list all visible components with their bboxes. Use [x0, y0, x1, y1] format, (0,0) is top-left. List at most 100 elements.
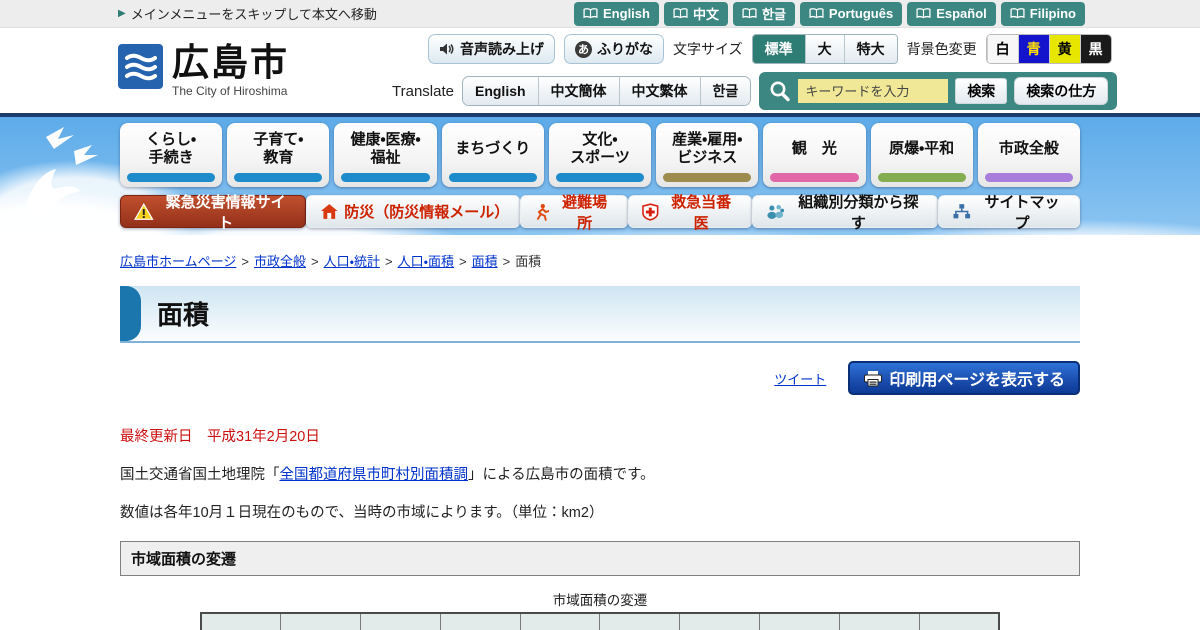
bg-white-button[interactable]: 白	[986, 35, 1018, 63]
title-accent-bar	[120, 286, 141, 341]
breadcrumb-link-menseki[interactable]: 面積	[472, 254, 498, 269]
nav-tab-sangyo[interactable]: 産業・雇用・ ビジネス	[656, 123, 759, 187]
primary-nav: くらし・ 手続き 子育て・ 教育 健康・医療・ 福祉 まちづくり 文化・ スポー…	[120, 123, 1080, 187]
page-title-box: 面積	[120, 286, 1080, 343]
quick-link-label: サイトマップ	[984, 193, 1060, 232]
breadcrumb-separator: >	[502, 254, 511, 269]
nav-tab-kosodate[interactable]: 子育て・ 教育	[227, 123, 330, 187]
bg-yellow-button[interactable]: 黄	[1048, 35, 1080, 63]
col-header-minami: 南区	[519, 612, 601, 630]
nav-tab-label: 観 光	[791, 140, 837, 157]
emergency-info-button[interactable]: 緊急災害情報サイト	[120, 194, 306, 232]
lang-button-spanish[interactable]: Español	[907, 1, 996, 26]
speech-readout-button[interactable]: 音声読み上げ	[428, 34, 555, 64]
hiragana-a-icon: あ	[575, 40, 592, 58]
lang-button-korean[interactable]: 한글	[732, 1, 795, 26]
bg-blue-button[interactable]: 青	[1017, 35, 1049, 63]
logo-title: 広島市	[172, 42, 289, 83]
quick-link-label: 緊急災害情報サイト	[165, 193, 286, 232]
nav-tab-kurashi[interactable]: くらし・ 手続き	[120, 123, 223, 187]
quick-links-row: 緊急災害情報サイト 防災（防災情報メール） 避難場所 救急当番医 組織別分類から…	[120, 194, 1080, 232]
book-icon	[742, 7, 757, 18]
intro-text: 国土交通省国土地理院「	[120, 467, 280, 483]
nav-tab-bunka[interactable]: 文化・ スポーツ	[548, 123, 652, 187]
org-category-button[interactable]: 組織別分類から探す	[751, 194, 939, 232]
nav-tab-machizukuri[interactable]: まちづくり	[441, 123, 544, 187]
nav-tab-label: 手続き	[148, 149, 194, 166]
breadcrumb-link-shisei[interactable]: 市政全般	[254, 254, 306, 269]
nav-tab-kenko[interactable]: 健康・医療・ 福祉	[334, 123, 437, 187]
font-size-large-button[interactable]: 大	[804, 35, 844, 63]
nav-tab-color-bar	[127, 173, 216, 182]
translate-korean-button[interactable]: 한글	[699, 77, 751, 105]
nav-tab-label: ビジネス	[677, 149, 738, 166]
nav-tab-label: 文化・	[582, 131, 618, 148]
nav-tab-color-bar	[555, 173, 645, 182]
translate-chinese-simplified-button[interactable]: 中文簡体	[537, 77, 619, 105]
nav-tab-shisei[interactable]: 市政全般	[977, 123, 1080, 187]
col-header-naka: 中区	[360, 612, 441, 630]
language-switcher: English 中文 한글 Português Español Filipino	[574, 1, 1085, 26]
nav-tab-color-bar	[877, 173, 966, 182]
tweet-link[interactable]: ツイート	[774, 369, 826, 388]
lang-button-english[interactable]: English	[574, 1, 659, 26]
col-header-higashi: 東区	[439, 612, 521, 630]
font-size-group: 標準 大 特大	[751, 34, 898, 64]
lang-button-chinese[interactable]: 中文	[663, 1, 728, 26]
doves-icon	[26, 127, 98, 217]
search-button[interactable]: 検索	[955, 78, 1008, 104]
emergency-doctor-button[interactable]: 救急当番医	[627, 194, 752, 232]
breadcrumb-link-home[interactable]: 広島市ホームページ	[120, 254, 236, 269]
area-survey-link[interactable]: 全国都道府県市町村別面積調	[280, 467, 469, 483]
people-icon	[767, 204, 784, 219]
last-updated: 最終更新日 平成31年2月20日	[120, 429, 320, 445]
area-history-table: 年次 広島市 中区 東区 南区 西区 安佐南区 安佐北区 安芸区 佐伯区	[200, 612, 1000, 630]
nav-tab-kanko[interactable]: 観 光	[763, 123, 866, 187]
table-caption: 市域面積の変遷	[552, 593, 648, 608]
intro-paragraph: 国土交通省国土地理院「全国都道府県市町村別面積調」による広島市の面積です。	[120, 463, 1080, 484]
logo-subtitle: The City of Hiroshima	[172, 83, 288, 98]
book-icon	[916, 7, 931, 18]
bg-black-button[interactable]: 黒	[1079, 35, 1111, 63]
translate-english-button[interactable]: English	[462, 77, 538, 105]
bosai-mail-button[interactable]: 防災（防災情報メール）	[305, 195, 520, 228]
col-header-saeki: 佐伯区	[918, 612, 1000, 630]
nav-tab-genbaku[interactable]: 原爆・平和	[870, 123, 973, 187]
furigana-button[interactable]: あ ふりがな	[564, 34, 664, 64]
hiroshima-waves-icon	[118, 44, 163, 89]
translate-label: Translate	[392, 82, 454, 100]
site-header: 広島市 The City of Hiroshima 音声読み上げ あ ふりがな …	[0, 28, 1200, 113]
search-input[interactable]	[798, 79, 949, 103]
nav-tab-label: スポーツ	[570, 149, 630, 166]
lang-label: English	[603, 5, 650, 21]
breadcrumb-link-jinko-menseki[interactable]: 人口・面積	[398, 254, 454, 269]
lang-button-portuguese[interactable]: Português	[799, 1, 903, 26]
site-logo[interactable]: 広島市 The City of Hiroshima	[118, 42, 289, 98]
sitemap-button[interactable]: サイトマップ	[938, 194, 1080, 232]
logo-text: 広島市 The City of Hiroshima	[172, 42, 289, 98]
font-size-xlarge-button[interactable]: 特大	[843, 35, 897, 63]
triangle-right-icon: ▶	[118, 8, 126, 19]
evacuation-sites-button[interactable]: 避難場所	[519, 194, 628, 232]
col-header-asaminami: 安佐南区	[679, 612, 761, 630]
font-size-standard-button[interactable]: 標準	[752, 35, 805, 63]
nav-tab-label: まちづくり	[455, 140, 531, 157]
translate-group: English 中文簡体 中文繁体 한글	[461, 76, 752, 106]
search-help-button[interactable]: 検索の仕方	[1014, 77, 1109, 105]
skip-to-content-link[interactable]: ▶ メインメニューをスキップして本文へ移動	[118, 4, 377, 23]
nav-tab-color-bar	[984, 173, 1073, 182]
lang-label: Filipino	[1029, 5, 1076, 21]
print-page-button[interactable]: 印刷用ページを表示する	[848, 361, 1080, 395]
breadcrumb-link-jinko-tokei[interactable]: 人口・統計	[324, 254, 380, 269]
main-content: 広島市ホームページ > 市政全般 > 人口・統計 > 人口・面積 > 面積 > 面積 面積 ツイート…	[0, 235, 1200, 630]
col-header-year: 年次	[200, 612, 282, 630]
nav-tab-color-bar	[448, 173, 537, 182]
running-person-icon	[536, 203, 550, 221]
warning-icon	[134, 202, 154, 220]
book-icon	[809, 7, 824, 18]
lang-button-filipino[interactable]: Filipino	[1000, 1, 1085, 26]
book-icon	[673, 7, 688, 18]
lang-label: Português	[828, 5, 894, 21]
col-header-asakita: 安佐北区	[759, 612, 840, 630]
translate-chinese-traditional-button[interactable]: 中文繁体	[618, 77, 700, 105]
